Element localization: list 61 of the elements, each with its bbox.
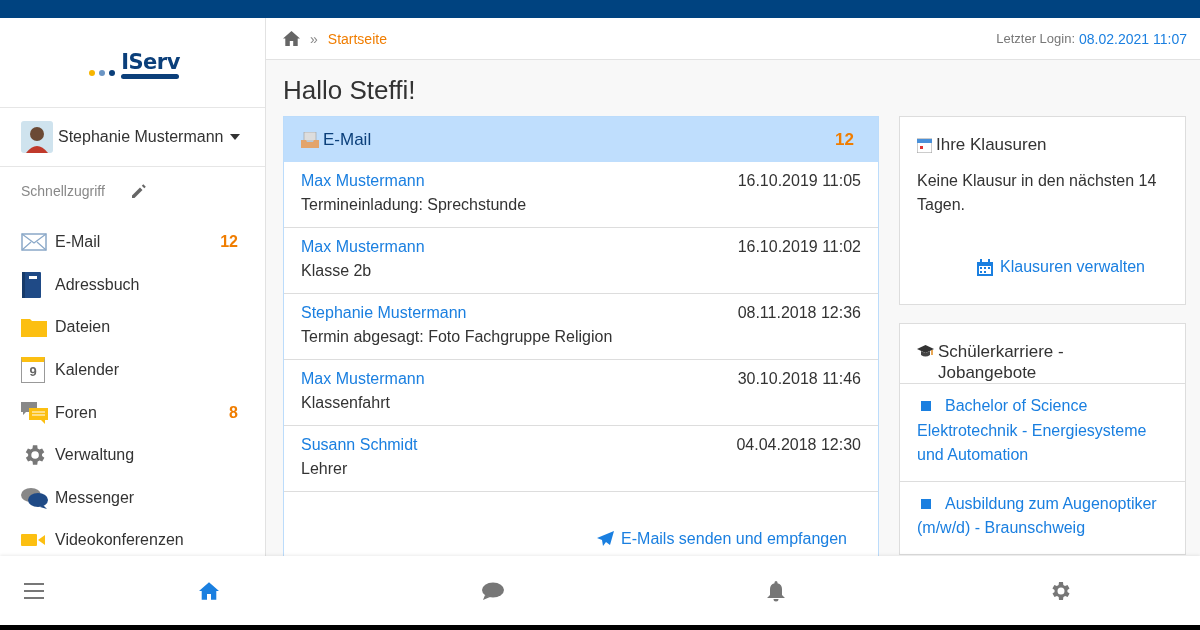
unread-count: 12 [220, 233, 238, 252]
sender-link[interactable]: Max Mustermann [301, 370, 425, 388]
sidebar-item[interactable]: Adressbuch [0, 263, 265, 307]
last-login-label: Letzter Login: [996, 31, 1076, 46]
video-camera-icon [21, 533, 45, 548]
message-subject: Lehrer [301, 460, 349, 478]
pencil-icon[interactable] [130, 183, 147, 199]
sender-link[interactable]: Max Mustermann [301, 238, 425, 256]
card-title: Ihre Klausuren [936, 134, 1047, 155]
user-menu[interactable]: Stephanie Mustermann [58, 128, 224, 146]
message-subject: Termin abgesagt: Foto Fachgruppe Religion [301, 328, 614, 346]
card-title: Schülerkarriere - Jobangebote [938, 341, 1065, 383]
graduation-cap-icon [917, 345, 934, 359]
logo[interactable]: IServ [85, 50, 180, 79]
message-date: 16.10.2019 11:02 [737, 238, 861, 256]
message-subject: Klassenfahrt [301, 394, 391, 412]
speech-bubble-icon [482, 581, 504, 600]
home-icon[interactable] [283, 31, 300, 46]
job-link[interactable]: Ausbildung zum Augenoptiker (m/w/d) - Braunschweig [917, 491, 1168, 541]
sidebar-item[interactable]: Videokonferenzen [0, 519, 265, 556]
envelope-icon [21, 233, 47, 252]
calendar-icon [977, 258, 993, 276]
panel-title: E-Mail [323, 129, 373, 150]
sender-link[interactable]: Max Mustermann [301, 172, 425, 190]
calendar-icon [917, 138, 932, 153]
sidebar-item[interactable]: E-Mail 12 [0, 221, 265, 264]
forum-icon [21, 401, 48, 424]
sidebar-item[interactable]: Messenger [0, 476, 265, 520]
manage-exams-link[interactable]: Klausuren verwalten [977, 258, 1145, 276]
caret-icon[interactable] [230, 134, 241, 140]
send-receive-link[interactable]: E-Mails senden und empfangen [597, 530, 847, 548]
sidebar-item[interactable]: Foren 8 [0, 391, 265, 434]
home-icon [199, 581, 219, 600]
menu-icon [24, 582, 44, 599]
sidebar-item[interactable]: Dateien [0, 306, 265, 349]
message-date: 16.10.2019 11:05 [737, 172, 861, 190]
sender-link[interactable]: Susann Schmidt [301, 436, 418, 454]
breadcrumb-separator: » [310, 30, 318, 47]
avatar-icon [21, 121, 53, 153]
speech-bubbles-icon [21, 486, 48, 509]
last-login-value: 08.02.2021 11:07 [1079, 30, 1187, 47]
book-icon [21, 271, 41, 298]
bell-icon [766, 579, 786, 602]
message-subject: Klasse 2b [301, 262, 373, 280]
message-subject: Termineinladung: Sprechstunde [301, 196, 528, 214]
sender-link[interactable]: Stephanie Mustermann [301, 304, 467, 322]
folder-icon [21, 317, 47, 338]
unread-count: 8 [229, 403, 238, 422]
message-date: 30.10.2018 11:46 [737, 370, 861, 388]
greeting-heading: Hallo Steffi! [283, 75, 417, 106]
quick-access-label: Schnellzugriff [21, 183, 105, 199]
job-link[interactable]: Bachelor of Science Elektrotechnik - Energiesysteme und Automation [917, 394, 1168, 468]
inbox-tray-icon [301, 131, 319, 148]
card-text: Keine Klausur in den nächsten 14 Tagen. [917, 171, 1158, 215]
unread-count: 12 [835, 129, 854, 150]
calendar-icon: 9 [21, 357, 45, 384]
paper-plane-icon [597, 531, 615, 547]
message-date: 04.04.2018 12:30 [736, 436, 861, 454]
message-date: 08.11.2018 12:36 [737, 304, 861, 322]
sidebar-item[interactable]: 9 Kalender [0, 348, 265, 392]
sidebar-item[interactable]: Verwaltung [0, 433, 265, 477]
